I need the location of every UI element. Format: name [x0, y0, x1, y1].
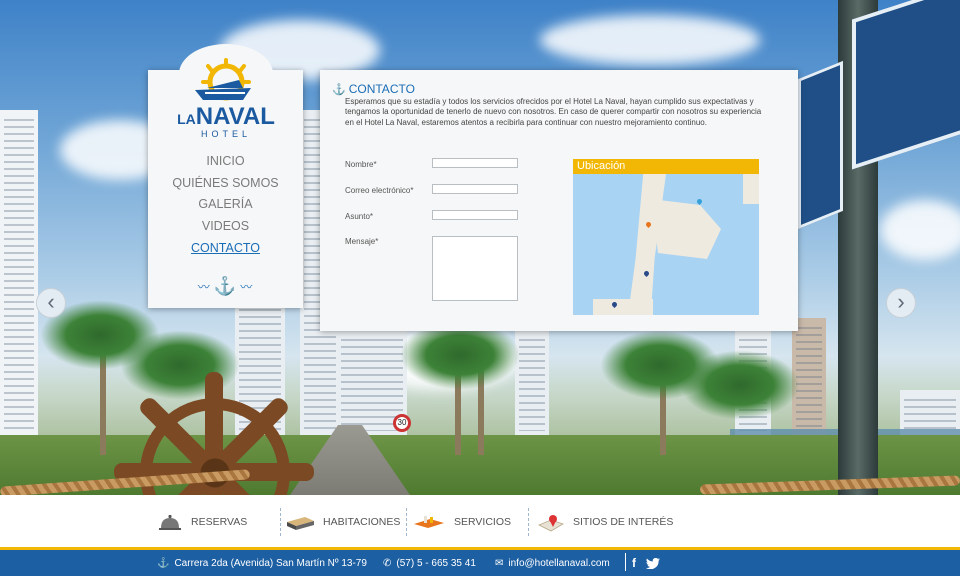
menu-item-label: CONTACTO: [191, 240, 260, 255]
map-title: Ubicación: [573, 159, 759, 174]
servicios-label: SERVICIOS: [454, 516, 511, 528]
menu-item-contacto[interactable]: CONTACTO: [148, 239, 303, 261]
hotel-logo[interactable]: LANAVAL HOTEL: [168, 58, 284, 140]
location-map[interactable]: Ubicación: [573, 159, 759, 315]
map-pin-icon: [537, 513, 565, 532]
facebook-icon: f: [632, 556, 636, 570]
ship-logo-icon: [195, 58, 251, 101]
logo-la: LA: [177, 111, 196, 127]
facebook-link[interactable]: f: [632, 550, 636, 576]
anchor-small-icon: ⚓: [332, 83, 346, 96]
address-text: Carrera 2da (Avenida) San Martín Nº 13-7…: [174, 557, 367, 569]
anchor-ornament: 〰 ⚓ 〰: [180, 276, 270, 296]
swirl-left-icon: 〰: [197, 279, 210, 294]
speed-sign: 30: [393, 414, 411, 432]
bed-icon: [285, 513, 315, 531]
servicios-button[interactable]: SERVICIOS: [412, 508, 511, 536]
asunto-field[interactable]: [432, 210, 518, 220]
logo-wordmark: LANAVAL: [168, 103, 284, 130]
phone-item[interactable]: ✆ (57) 5 - 665 35 41: [383, 550, 476, 576]
contact-title-text: CONTACTO: [348, 82, 415, 96]
slider-next-button[interactable]: ›: [886, 288, 916, 318]
nombre-field[interactable]: [432, 158, 518, 168]
tray-icon: [412, 513, 446, 531]
main-menu: INICIO QUIÉNES SOMOS GALERÍA VIDEOS CONT…: [148, 152, 303, 260]
phone-icon: ✆: [383, 557, 392, 569]
menu-item-quienes-somos[interactable]: QUIÉNES SOMOS: [148, 174, 303, 196]
nombre-label: Nombre*: [345, 160, 377, 169]
menu-item-videos[interactable]: VIDEOS: [148, 217, 303, 239]
asunto-label: Asunto*: [345, 212, 374, 221]
menu-item-label: INICIO: [206, 154, 245, 168]
menu-item-galeria[interactable]: GALERÍA: [148, 195, 303, 217]
habitaciones-button[interactable]: HABITACIONES: [285, 508, 400, 536]
swirl-right-icon: 〰: [240, 279, 253, 294]
map-pin-icon[interactable]: [695, 197, 704, 206]
logo-hotel: HOTEL: [200, 129, 251, 139]
menu-item-label: QUIÉNES SOMOS: [172, 175, 279, 190]
bell-icon: [157, 513, 183, 531]
email-field[interactable]: [432, 184, 518, 194]
anchor-icon: ⚓: [213, 275, 237, 296]
anchor-icon: ⚓: [157, 557, 170, 569]
phone-text: (57) 5 - 665 35 41: [396, 557, 476, 569]
correo-label: Correo electrónico*: [345, 186, 414, 195]
twitter-link[interactable]: [646, 550, 660, 576]
address-item: ⚓ Carrera 2da (Avenida) San Martín Nº 13…: [157, 550, 367, 576]
email-text: info@hotellanaval.com: [508, 557, 610, 569]
divider: [280, 508, 281, 536]
envelope-icon: ✉: [495, 557, 504, 569]
sitios-label: SITIOS DE INTERÉS: [573, 516, 674, 528]
mensaje-textarea[interactable]: [432, 236, 518, 301]
menu-item-label: VIDEOS: [201, 219, 250, 234]
sitios-de-interes-button[interactable]: SITIOS DE INTERÉS: [537, 508, 673, 536]
slider-prev-button[interactable]: ‹: [36, 288, 66, 318]
twitter-icon: [646, 557, 660, 569]
footer-divider: [625, 553, 626, 571]
reservas-button[interactable]: RESERVAS: [157, 508, 247, 536]
logo-naval: NAVAL: [195, 103, 275, 130]
contact-title: ⚓ CONTACTO: [332, 82, 415, 96]
contact-intro-text: Esperamos que su estadía y todos los ser…: [345, 97, 762, 127]
habitaciones-label: HABITACIONES: [323, 516, 401, 528]
mensaje-label: Mensaje*: [345, 237, 379, 246]
divider: [406, 508, 407, 536]
divider: [528, 508, 529, 536]
reservas-label: RESERVAS: [191, 516, 248, 528]
menu-item-label: GALERÍA: [198, 197, 253, 212]
email-item[interactable]: ✉ info@hotellanaval.com: [495, 550, 610, 576]
footer: ⚓ Carrera 2da (Avenida) San Martín Nº 13…: [0, 550, 960, 576]
menu-item-inicio[interactable]: INICIO: [148, 152, 303, 174]
